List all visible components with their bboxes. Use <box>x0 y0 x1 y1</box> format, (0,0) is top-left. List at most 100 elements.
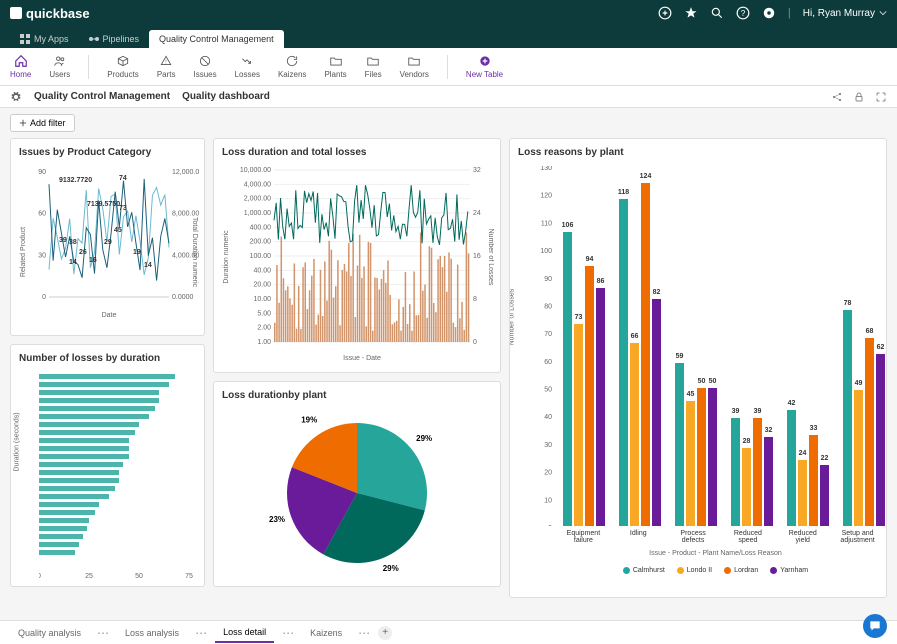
chart-down-icon <box>240 54 254 68</box>
folder-icon <box>407 54 421 68</box>
add-icon[interactable] <box>658 6 672 20</box>
notification-icon[interactable] <box>762 6 776 20</box>
card-title: Loss duration and total losses <box>222 147 492 158</box>
bottom-tabs: Quality analysis ⋯ Loss analysis ⋯ Loss … <box>0 620 897 644</box>
btab-loss-analysis[interactable]: Loss analysis <box>117 624 187 642</box>
separator <box>88 55 89 79</box>
tab-label: Quality Control Management <box>159 34 274 44</box>
loss-duration-chart[interactable]: Duration numeric Number of Losses 1.00 2… <box>222 162 494 362</box>
lock-icon[interactable] <box>853 91 865 103</box>
share-icon[interactable] <box>831 91 843 103</box>
add-filter-label: Add filter <box>30 118 66 128</box>
btab-loss-detail[interactable]: Loss detail <box>215 623 274 643</box>
svg-text:8: 8 <box>473 296 477 303</box>
svg-text:0: 0 <box>42 294 46 301</box>
svg-text:120: 120 <box>540 193 552 200</box>
tool-files[interactable]: Files <box>365 54 382 79</box>
ban-icon <box>198 54 212 68</box>
tool-issues[interactable]: Issues <box>193 54 216 79</box>
grid-icon <box>20 34 30 44</box>
svg-text:14: 14 <box>144 262 152 269</box>
star-icon[interactable] <box>684 6 698 20</box>
tab-label: My Apps <box>34 34 69 44</box>
svg-text:24: 24 <box>473 210 481 217</box>
svg-text:75: 75 <box>185 573 193 580</box>
help-bubble[interactable] <box>863 614 887 638</box>
add-tab-button[interactable]: + <box>378 626 392 640</box>
y-axis-left: Related Product <box>20 227 27 277</box>
expand-icon[interactable] <box>875 91 887 103</box>
plus-icon <box>19 119 27 127</box>
separator <box>447 55 448 79</box>
svg-text:10.00: 10.00 <box>253 296 271 303</box>
svg-text:70: 70 <box>544 331 552 338</box>
svg-text:38: 38 <box>69 239 77 246</box>
tab-menu-icon[interactable]: ⋯ <box>358 626 370 640</box>
card-reasons-by-plant: Loss reasons by plant Number of Losses 0… <box>509 138 887 598</box>
brand-logo[interactable]: quickbase <box>10 6 90 21</box>
btab-label: Quality analysis <box>18 628 81 638</box>
nav-tabs: My Apps Pipelines Quality Control Manage… <box>0 26 897 48</box>
issues-chart[interactable]: Related Product Total Duration numeric 0… <box>19 162 199 322</box>
svg-text:4,000.00: 4,000.00 <box>244 181 271 188</box>
tab-menu-icon[interactable]: ⋯ <box>282 626 294 640</box>
y-axis-left: Duration numeric <box>223 230 230 284</box>
tab-active-app[interactable]: Quality Control Management <box>149 30 284 48</box>
grouped-bars[interactable]: 1067394861186612482594550503928393242243… <box>553 166 878 526</box>
tool-users[interactable]: Users <box>49 54 70 79</box>
btab-label: Loss analysis <box>125 628 179 638</box>
svg-text:29%: 29% <box>416 434 432 443</box>
box-icon <box>116 54 130 68</box>
add-filter-button[interactable]: Add filter <box>10 114 75 132</box>
svg-text:29: 29 <box>104 239 112 246</box>
btab-kaizens[interactable]: Kaizens <box>302 624 350 642</box>
card-loss-by-plant: Loss durationby plant 29%29%23%19% <box>213 381 501 587</box>
tool-losses[interactable]: Losses <box>235 54 260 79</box>
tool-label: New Table <box>466 70 503 79</box>
svg-text:45: 45 <box>114 227 122 234</box>
tool-vendors[interactable]: Vendors <box>400 54 429 79</box>
svg-text:16: 16 <box>89 257 97 264</box>
tab-menu-icon[interactable]: ⋯ <box>97 626 109 640</box>
y-axis-label: Number of Losses <box>509 289 516 346</box>
hbar-chart[interactable] <box>19 368 196 568</box>
user-menu[interactable]: Hi, Ryan Murray <box>803 8 887 19</box>
tool-new-table[interactable]: New Table <box>466 54 503 79</box>
tool-parts[interactable]: ! Parts <box>157 54 176 79</box>
tool-label: Products <box>107 70 139 79</box>
svg-text:90: 90 <box>38 169 46 176</box>
home-icon <box>14 54 28 68</box>
svg-text:39: 39 <box>59 237 67 244</box>
svg-text:73: 73 <box>119 205 127 212</box>
card-loss-duration-total: Loss duration and total losses Duration … <box>213 138 501 373</box>
help-icon[interactable]: ? <box>736 6 750 20</box>
tab-my-apps[interactable]: My Apps <box>10 30 79 48</box>
pie-chart[interactable]: 29%29%23%19% <box>247 405 467 575</box>
tool-kaizens[interactable]: Kaizens <box>278 54 306 79</box>
svg-text:5.00: 5.00 <box>257 310 271 317</box>
svg-text:29%: 29% <box>383 564 399 573</box>
tab-menu-icon[interactable]: ⋯ <box>195 626 207 640</box>
svg-text:60: 60 <box>38 211 46 218</box>
svg-text:19%: 19% <box>301 416 317 425</box>
svg-text:20.00: 20.00 <box>253 282 271 289</box>
svg-text:0: 0 <box>548 525 552 526</box>
tab-pipelines[interactable]: Pipelines <box>79 30 150 48</box>
refresh-icon <box>285 54 299 68</box>
tool-home[interactable]: Home <box>10 54 31 79</box>
tool-label: Plants <box>324 70 346 79</box>
svg-text:30: 30 <box>38 252 46 259</box>
filter-bar: Add filter <box>0 108 897 138</box>
tool-label: Kaizens <box>278 70 306 79</box>
search-icon[interactable] <box>710 6 724 20</box>
svg-text:50: 50 <box>544 387 552 394</box>
svg-text:9132.7720: 9132.7720 <box>59 177 92 184</box>
svg-text:7139.5750: 7139.5750 <box>87 201 120 208</box>
dashboard: Issues by Product Category Related Produ… <box>0 138 897 587</box>
btab-quality-analysis[interactable]: Quality analysis <box>10 624 89 642</box>
gear-icon[interactable] <box>10 91 22 103</box>
tool-products[interactable]: Products <box>107 54 139 79</box>
tool-label: Users <box>49 70 70 79</box>
svg-text:130: 130 <box>540 166 552 172</box>
tool-plants[interactable]: Plants <box>324 54 346 79</box>
